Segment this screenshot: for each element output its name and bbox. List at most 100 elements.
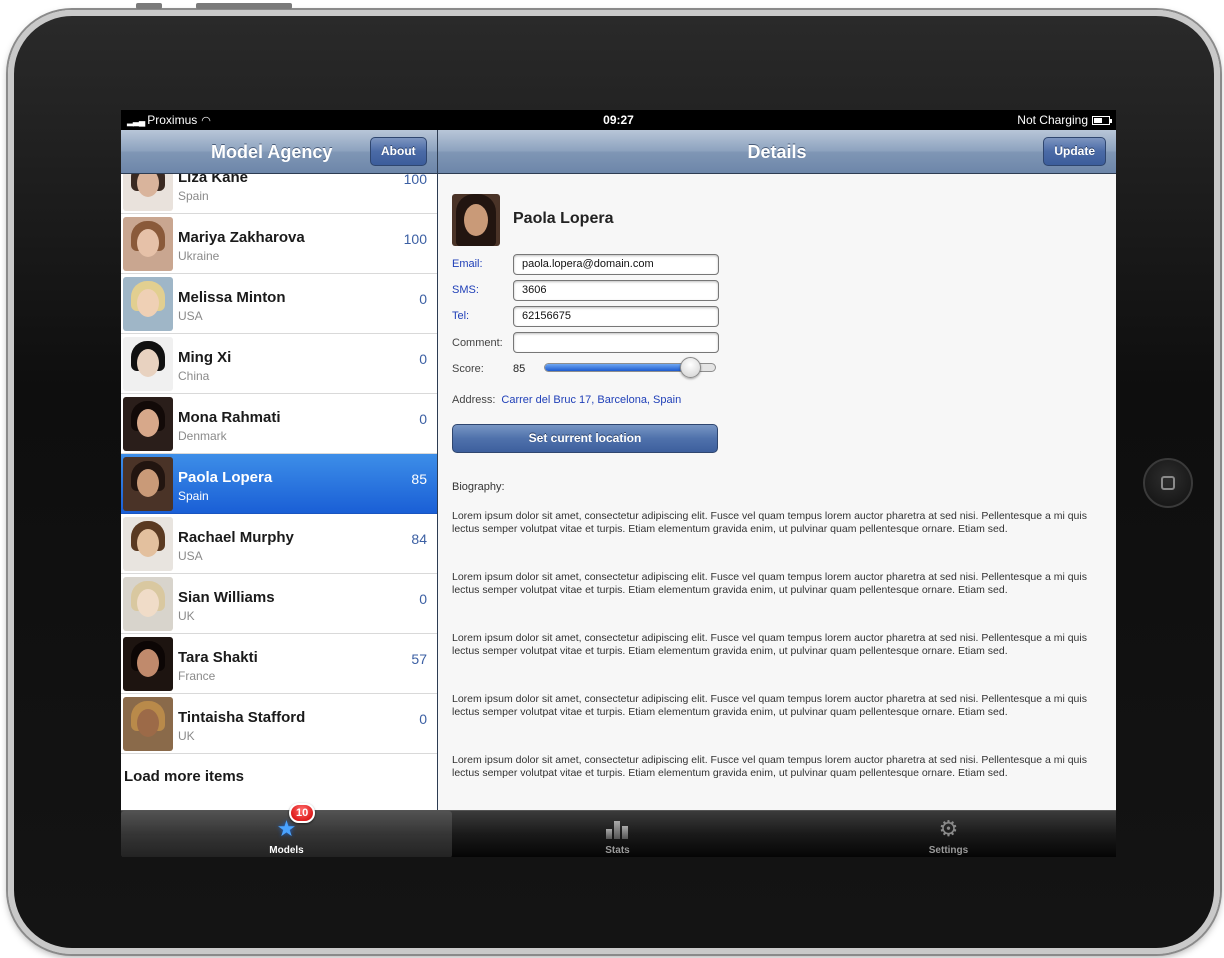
- model-country: Denmark: [178, 429, 227, 443]
- model-score: 100: [403, 174, 427, 187]
- tab-label: Models: [269, 845, 304, 856]
- score-label: Score:: [452, 363, 484, 375]
- model-score: 100: [403, 231, 427, 247]
- tab-settings[interactable]: ⚙ Settings: [783, 811, 1114, 857]
- address-label: Address:: [452, 394, 496, 406]
- model-country: USA: [178, 549, 203, 563]
- list-item[interactable]: Rachael Murphy USA 84: [121, 514, 437, 574]
- bio-paragraph: Lorem ipsum dolor sit amet, consectetur …: [452, 693, 1087, 718]
- notification-badge: 10: [289, 803, 316, 823]
- list-item-selected[interactable]: Paola Lopera Spain 85: [121, 454, 437, 514]
- profile-photo: [452, 194, 500, 246]
- model-score: 0: [419, 711, 427, 727]
- tab-bar: ★ 10 Models Stats ⚙ Settings: [121, 803, 1116, 857]
- model-name: Rachael Murphy: [178, 529, 294, 546]
- model-score: 0: [419, 291, 427, 307]
- model-name: Melissa Minton: [178, 289, 286, 306]
- score-slider-fill: [545, 364, 690, 371]
- bio-paragraph: Lorem ipsum dolor sit amet, consectetur …: [452, 510, 1087, 535]
- avatar: [123, 217, 173, 271]
- model-list[interactable]: Liza Kane Spain 100 Mariya Zakharova Ukr…: [121, 174, 437, 810]
- score-slider-thumb[interactable]: [679, 357, 701, 378]
- bio-paragraph: Lorem ipsum dolor sit amet, consectetur …: [452, 571, 1087, 596]
- avatar: [123, 637, 173, 691]
- battery-icon: [1092, 116, 1112, 125]
- model-score: 85: [411, 471, 427, 487]
- list-item[interactable]: Sian Williams UK 0: [121, 574, 437, 634]
- model-name: Sian Williams: [178, 589, 275, 606]
- model-country: UK: [178, 729, 195, 743]
- detail-pane: Paola Lopera Email: paola.lopera@domain.…: [438, 174, 1116, 810]
- list-item[interactable]: Tintaisha Stafford UK 0: [121, 694, 437, 754]
- tel-field[interactable]: 62156675: [513, 306, 719, 327]
- detail-nav-bar: Details Update: [438, 130, 1116, 174]
- bio-paragraph: Lorem ipsum dolor sit amet, consectetur …: [452, 632, 1087, 657]
- load-more-button[interactable]: Load more items: [124, 768, 244, 785]
- home-button[interactable]: [1143, 458, 1193, 508]
- profile-name: Paola Lopera: [513, 210, 614, 227]
- status-bar: ▂▃▄ Proximus ◠ 09:27 Not Charging: [121, 110, 1116, 130]
- avatar: [123, 577, 173, 631]
- list-item[interactable]: Mona Rahmati Denmark 0: [121, 394, 437, 454]
- about-button[interactable]: About: [370, 137, 427, 166]
- sms-label: SMS:: [452, 284, 479, 296]
- list-item[interactable]: Mariya Zakharova Ukraine 100: [121, 214, 437, 274]
- detail-title: Details: [747, 142, 807, 162]
- email-label: Email:: [452, 258, 483, 270]
- score-value: 85: [513, 363, 526, 375]
- avatar: [123, 174, 173, 211]
- model-name: Mona Rahmati: [178, 409, 281, 426]
- model-name: Tintaisha Stafford: [178, 709, 306, 726]
- model-name: Ming Xi: [178, 349, 232, 366]
- bio-paragraph: Lorem ipsum dolor sit amet, consectetur …: [452, 754, 1087, 779]
- star-icon: ★: [276, 816, 297, 841]
- avatar: [123, 457, 173, 511]
- comment-label: Comment:: [452, 337, 503, 349]
- update-button[interactable]: Update: [1043, 137, 1106, 166]
- list-item[interactable]: Ming Xi China 0: [121, 334, 437, 394]
- model-country: China: [178, 369, 210, 383]
- email-field[interactable]: paola.lopera@domain.com: [513, 254, 719, 275]
- biography-label: Biography:: [452, 481, 505, 493]
- model-score: 0: [419, 411, 427, 427]
- model-score: 0: [419, 351, 427, 367]
- mute-switch: [136, 3, 162, 9]
- gear-icon: ⚙: [938, 816, 959, 841]
- battery-status: Not Charging: [1017, 110, 1112, 130]
- model-name: Mariya Zakharova: [178, 229, 305, 246]
- model-name: Paola Lopera: [178, 469, 273, 486]
- status-time: 09:27: [603, 113, 634, 127]
- model-score: 0: [419, 591, 427, 607]
- bar-chart-icon: [452, 816, 783, 845]
- avatar: [123, 517, 173, 571]
- avatar: [123, 337, 173, 391]
- model-country: Spain: [178, 489, 209, 503]
- tel-label: Tel:: [452, 310, 470, 322]
- avatar: [123, 277, 173, 331]
- home-square-icon: [1161, 476, 1175, 490]
- model-score: 84: [411, 531, 427, 547]
- master-nav-bar: Model Agency About: [121, 130, 437, 174]
- sms-field[interactable]: 3606: [513, 280, 719, 301]
- list-item[interactable]: Melissa Minton USA 0: [121, 274, 437, 334]
- model-name: Liza Kane: [178, 174, 249, 186]
- model-country: UK: [178, 609, 195, 623]
- avatar: [123, 397, 173, 451]
- comment-field[interactable]: [513, 332, 719, 353]
- list-item[interactable]: Tara Shakti France 57: [121, 634, 437, 694]
- battery-text: Not Charging: [1017, 113, 1088, 127]
- address-row: Address: Carrer del Bruc 17, Barcelona, S…: [452, 394, 681, 406]
- tab-label: Settings: [928, 845, 969, 856]
- master-title: Model Agency: [211, 142, 333, 162]
- model-country: France: [178, 669, 216, 683]
- model-name: Tara Shakti: [178, 649, 258, 666]
- model-score: 57: [411, 651, 427, 667]
- model-country: Spain: [178, 189, 209, 203]
- tab-stats[interactable]: Stats: [452, 811, 783, 857]
- address-link[interactable]: Carrer del Bruc 17, Barcelona, Spain: [501, 394, 681, 406]
- list-item[interactable]: Liza Kane Spain 100: [121, 174, 437, 214]
- tab-models[interactable]: ★ 10 Models: [121, 803, 452, 857]
- set-location-button[interactable]: Set current location: [452, 424, 718, 453]
- avatar: [123, 697, 173, 751]
- screen: ▂▃▄ Proximus ◠ 09:27 Not Charging Model Ag…: [121, 110, 1116, 857]
